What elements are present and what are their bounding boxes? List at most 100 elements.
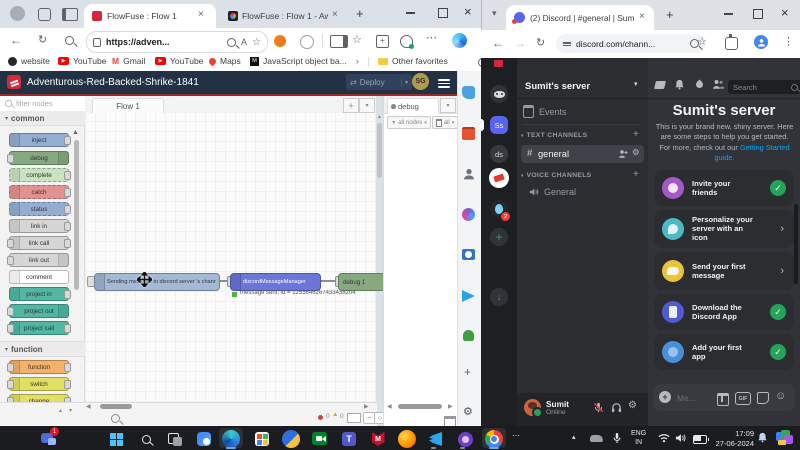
server-icon-sumit[interactable]: Ss — [490, 116, 508, 134]
user-settings-icon[interactable]: ⚙ — [628, 400, 637, 411]
threads-icon[interactable] — [654, 81, 666, 89]
palette-node-inject[interactable]: inject — [9, 133, 69, 147]
card-first-message[interactable]: Send your first message › — [654, 252, 794, 290]
palette-node-project-in[interactable]: project in — [9, 287, 69, 301]
chrome-profile-avatar[interactable] — [754, 35, 768, 49]
palette-search-input[interactable]: filter nodes — [0, 96, 92, 112]
sidebar-tabs-caret-icon[interactable]: ▾ — [440, 98, 456, 113]
palette-node-function[interactable]: function — [9, 360, 69, 374]
add-flow-icon[interactable]: + — [343, 98, 359, 113]
card-add-app[interactable]: Add your first app ✓ — [654, 334, 794, 370]
voice-channels-header[interactable]: ▾ VOICE CHANNELS — [521, 172, 592, 179]
h-scroll-left-icon[interactable]: ◀ — [86, 403, 91, 410]
sidebar-games-icon[interactable] — [462, 208, 475, 221]
card-personalize-server[interactable]: Personalize your server with an icon › — [654, 210, 794, 248]
address-bar[interactable]: discord.com/chann... — [556, 34, 706, 53]
task-view-icon[interactable] — [166, 430, 184, 448]
reload-icon[interactable]: ↻ — [38, 33, 47, 46]
zoom-search-icon[interactable] — [227, 38, 236, 47]
browser-essentials-icon[interactable] — [400, 35, 413, 48]
navigator-icon[interactable] — [347, 413, 361, 423]
address-bar[interactable]: https://adven... A ☆ — [86, 31, 268, 53]
palette-node-switch[interactable]: switch — [9, 377, 69, 391]
sidebar-add-icon[interactable]: + — [464, 365, 471, 379]
edge-tab-active[interactable]: FlowFuse : Flow 1 × — [84, 4, 216, 28]
language-indicator[interactable]: ENGIN — [631, 429, 646, 447]
user-avatar[interactable] — [524, 399, 541, 416]
palette-node-link-call[interactable]: link call — [9, 236, 69, 250]
canvas-grid[interactable] — [85, 113, 376, 402]
favorite-maps[interactable]: Maps — [209, 56, 241, 66]
search-icon[interactable] — [65, 36, 74, 45]
mic-muted-icon[interactable] — [592, 401, 604, 413]
gift-icon[interactable] — [717, 393, 729, 406]
close-window-icon[interactable]: × — [781, 5, 789, 20]
extensions-icon[interactable] — [725, 37, 738, 50]
voice-channel-general[interactable]: General — [529, 187, 576, 197]
widgets-icon[interactable] — [195, 430, 213, 448]
wifi-icon[interactable] — [658, 433, 670, 443]
flow-tab[interactable]: Flow 1 — [92, 98, 164, 114]
close-window-icon[interactable]: × — [464, 4, 472, 19]
discord-message-node[interactable]: discordMessageManager — [230, 273, 321, 291]
canvas-h-scrollbar[interactable] — [100, 404, 132, 409]
battery-icon[interactable] — [693, 435, 707, 444]
palette-scroll-btn-up[interactable]: ▴ — [59, 407, 62, 414]
minimize-icon[interactable] — [406, 12, 415, 14]
teams-chat-icon[interactable]: 1 — [40, 430, 58, 448]
firefox-icon[interactable] — [398, 430, 416, 448]
favorite-star-icon[interactable]: ☆ — [252, 37, 261, 48]
sidebar-telegram-icon[interactable] — [462, 290, 475, 302]
favorites-icon[interactable]: ☆ — [352, 33, 362, 46]
maximize-icon[interactable] — [438, 8, 448, 18]
deploy-caret-icon[interactable]: ▾ — [401, 79, 408, 86]
message-input-bar[interactable]: + Me... GIF ☺ — [653, 384, 795, 411]
extension-icon[interactable] — [300, 35, 314, 49]
debug-h-scroll-right-icon[interactable]: ▶ — [448, 403, 453, 410]
debug-h-scrollbar[interactable] — [398, 404, 442, 409]
main-scrollbar[interactable] — [794, 204, 798, 284]
palette-node-link-in[interactable]: link in — [9, 219, 69, 233]
add-text-channel-icon[interactable]: + — [633, 129, 639, 140]
workspaces-icon[interactable] — [38, 8, 51, 21]
menu-icon[interactable] — [438, 77, 450, 90]
forward-icon[interactable]: → — [514, 36, 526, 50]
palette-scroll-btn-down[interactable]: ▾ — [69, 407, 72, 414]
github-desktop-icon[interactable] — [456, 430, 474, 448]
flowfuse-logo[interactable] — [7, 75, 21, 89]
sticker-icon[interactable] — [757, 392, 769, 404]
back-icon[interactable]: ← — [492, 36, 504, 50]
deploy-button[interactable]: ⇄ Deploy ▾ — [346, 74, 412, 90]
notifications-bell-icon[interactable] — [674, 79, 685, 90]
palette-node-debug[interactable]: debug — [9, 151, 69, 165]
palette-category-function[interactable]: ▾ function — [0, 341, 94, 357]
metamask-extension-icon[interactable] — [274, 35, 286, 47]
sidebar-settings-icon[interactable]: ⚙ — [463, 405, 473, 418]
deafen-icon[interactable] — [610, 401, 622, 413]
other-favorites[interactable]: Other favorites — [378, 56, 448, 66]
notifications-bell-icon[interactable] — [757, 432, 768, 443]
tab-actions-icon[interactable] — [62, 8, 78, 21]
tray-chevron-icon[interactable]: ▴ — [572, 433, 576, 441]
h-scroll-right-icon[interactable]: ▶ — [364, 403, 369, 410]
new-tab-icon[interactable]: + — [666, 7, 674, 22]
palette-node-complete[interactable]: complete — [9, 168, 69, 182]
mcafee-icon[interactable]: M — [369, 430, 387, 448]
collections-icon[interactable]: + — [376, 35, 389, 48]
reload-icon[interactable]: ↻ — [536, 36, 545, 49]
server-header[interactable]: Sumit's server ▾ — [517, 74, 648, 99]
message-placeholder[interactable]: Me... — [677, 393, 711, 403]
vscode-icon[interactable] — [427, 430, 445, 448]
widget-board-icon[interactable] — [776, 430, 794, 446]
events-item[interactable]: Events — [523, 105, 567, 118]
weather-icon[interactable] — [282, 430, 300, 448]
gif-icon[interactable]: GIF — [735, 392, 751, 405]
settings-more-icon[interactable]: ⋯ — [426, 31, 437, 44]
debug-filter-nodes-button[interactable]: ▼all nodes▾ — [387, 116, 431, 129]
tab-search-caret-icon[interactable]: ▾ — [492, 8, 497, 19]
member-list-icon[interactable] — [712, 79, 724, 90]
add-voice-channel-icon[interactable]: + — [633, 169, 639, 180]
onedrive-icon[interactable] — [590, 435, 603, 442]
minimize-icon[interactable] — [724, 13, 733, 15]
start-button[interactable] — [108, 430, 126, 448]
